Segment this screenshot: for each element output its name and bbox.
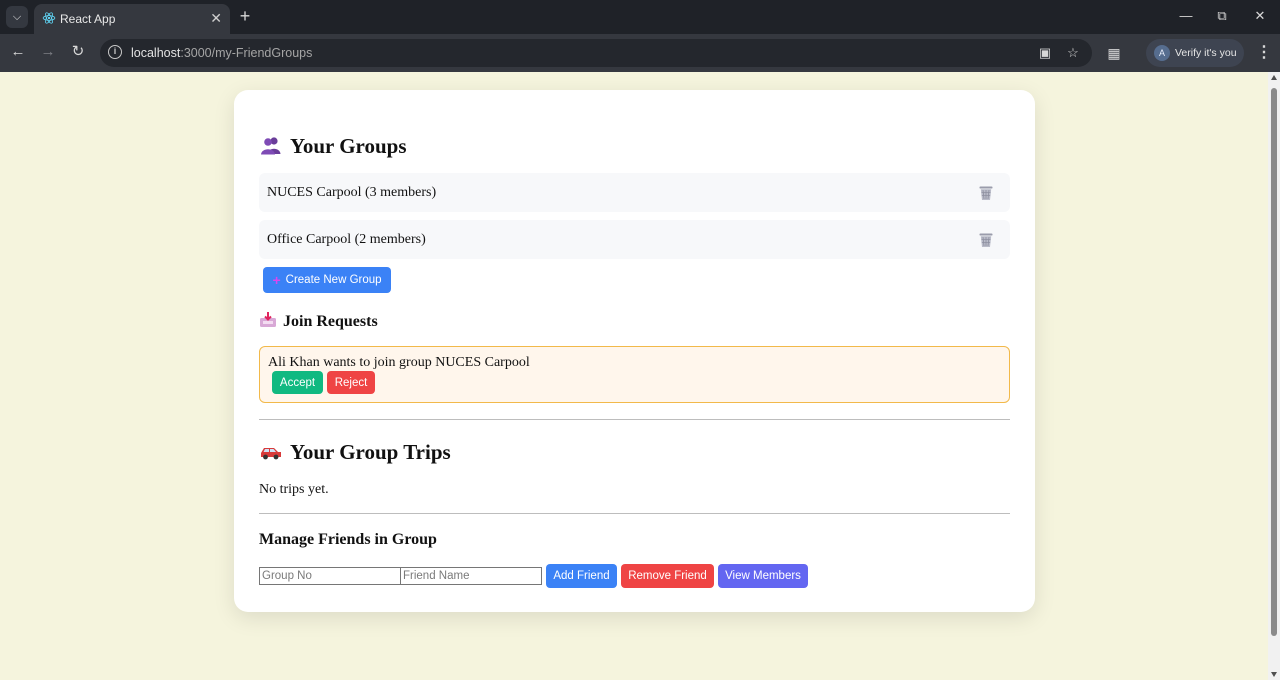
extensions-puzzle-icon[interactable]: ▦ bbox=[1104, 43, 1124, 63]
manage-friends-heading: Manage Friends in Group bbox=[259, 531, 437, 548]
profile-verify-label: Verify it's you bbox=[1175, 47, 1237, 59]
plus-icon: + bbox=[272, 272, 281, 288]
add-friend-button[interactable]: Add Friend bbox=[546, 564, 617, 588]
group-row[interactable]: Office Carpool (2 members) bbox=[259, 220, 1010, 259]
profile-chip[interactable]: A Verify it's you bbox=[1146, 39, 1244, 67]
join-request-text: Ali Khan wants to join group NUCES Carpo… bbox=[268, 355, 530, 370]
create-new-group-label: Create New Group bbox=[285, 274, 382, 286]
tab-search-chevron-icon[interactable]: ⌵ bbox=[6, 6, 28, 28]
window-close-icon[interactable]: ✕ bbox=[1250, 6, 1270, 26]
remove-friend-button[interactable]: Remove Friend bbox=[621, 564, 714, 588]
forward-arrow-icon[interactable]: → bbox=[38, 42, 58, 62]
install-app-icon[interactable]: ▣ bbox=[1036, 44, 1054, 62]
group-trips-heading: Your Group Trips bbox=[260, 440, 451, 465]
section-divider bbox=[259, 419, 1010, 420]
wastebasket-icon[interactable] bbox=[978, 232, 994, 248]
your-groups-title: Your Groups bbox=[290, 134, 407, 158]
browser-toolbar: ← → ↻ i localhost:3000/my-FriendGroups ▣… bbox=[0, 34, 1280, 72]
reject-button[interactable]: Reject bbox=[327, 371, 375, 394]
car-icon bbox=[261, 448, 281, 460]
restore-icon[interactable]: ⧉ bbox=[1212, 6, 1232, 26]
new-tab-plus-icon[interactable]: + bbox=[236, 6, 254, 26]
friend-name-input[interactable] bbox=[400, 567, 542, 585]
busts-icon bbox=[261, 137, 281, 155]
address-bar[interactable]: i localhost:3000/my-FriendGroups ▣ ☆ bbox=[100, 39, 1092, 67]
minimize-icon[interactable]: — bbox=[1176, 6, 1196, 26]
scrollbar-thumb[interactable] bbox=[1271, 88, 1277, 636]
react-logo-icon bbox=[42, 12, 56, 24]
join-request-item: Ali Khan wants to join group NUCES Carpo… bbox=[259, 346, 1010, 403]
tab-title: React App bbox=[60, 12, 116, 26]
back-arrow-icon[interactable]: ← bbox=[8, 42, 28, 62]
browser-tab[interactable]: React App ✕ bbox=[34, 4, 230, 34]
view-members-button[interactable]: View Members bbox=[718, 564, 808, 588]
your-groups-heading: Your Groups bbox=[260, 134, 407, 159]
join-requests-title: Join Requests bbox=[283, 313, 378, 330]
create-new-group-button[interactable]: + Create New Group bbox=[263, 267, 391, 293]
address-url[interactable]: localhost:3000/my-FriendGroups bbox=[131, 46, 312, 60]
group-row[interactable]: NUCES Carpool (3 members) bbox=[259, 173, 1010, 212]
site-info-icon[interactable]: i bbox=[108, 45, 122, 59]
no-trips-text: No trips yet. bbox=[259, 482, 329, 497]
friend-groups-card: Your Groups NUCES Carpool (3 members) Of… bbox=[234, 90, 1035, 612]
scroll-down-arrow-icon[interactable] bbox=[1271, 672, 1277, 677]
bookmark-star-icon[interactable]: ☆ bbox=[1064, 44, 1082, 62]
profile-avatar: A bbox=[1154, 45, 1170, 61]
group-no-input[interactable] bbox=[259, 567, 401, 585]
group-trips-title: Your Group Trips bbox=[290, 440, 451, 464]
tab-close-icon[interactable]: ✕ bbox=[210, 10, 222, 27]
group-label: NUCES Carpool (3 members) bbox=[267, 185, 437, 200]
inbox-tray-icon bbox=[260, 312, 276, 327]
wastebasket-icon[interactable] bbox=[978, 185, 994, 201]
scroll-up-arrow-icon[interactable] bbox=[1271, 75, 1277, 80]
browser-tab-bar: ⌵ React App ✕ + — ⧉ ✕ bbox=[0, 0, 1280, 34]
accept-button[interactable]: Accept bbox=[272, 371, 323, 394]
page-scrollbar[interactable] bbox=[1268, 72, 1280, 680]
reload-icon[interactable]: ↻ bbox=[68, 42, 88, 62]
section-divider bbox=[259, 513, 1010, 514]
group-label: Office Carpool (2 members) bbox=[267, 232, 426, 247]
browser-menu-icon[interactable]: ⋮ bbox=[1256, 43, 1272, 63]
join-requests-heading: Join Requests bbox=[259, 312, 378, 331]
